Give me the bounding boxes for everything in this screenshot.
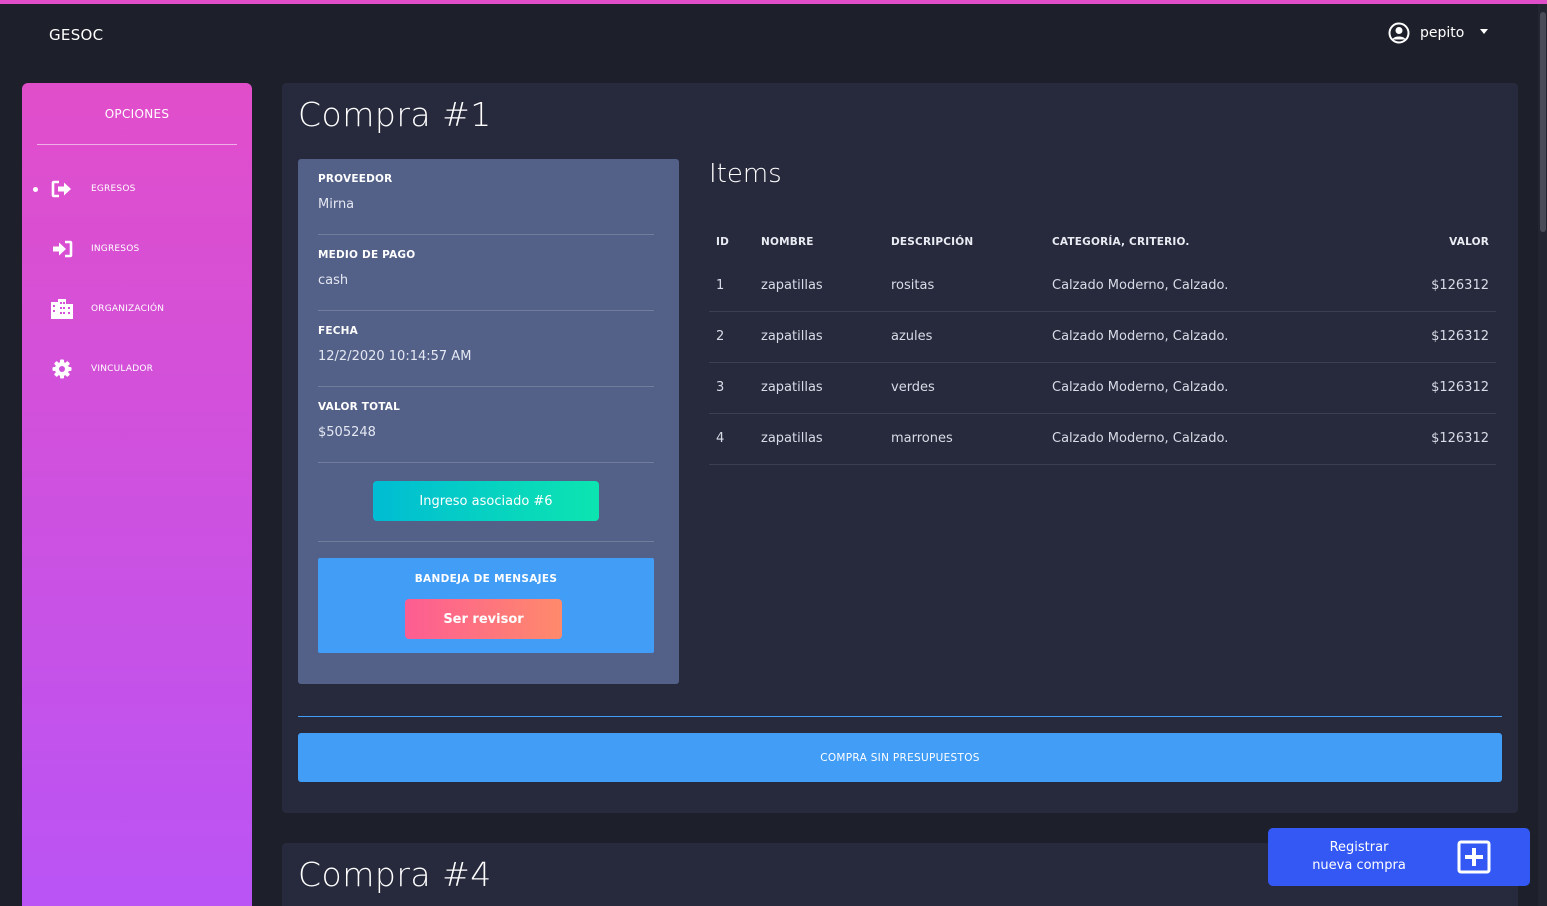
valor-total-value: $505248: [318, 425, 376, 440]
sidebar: OPCIONES EGRESOS INGRESOS ORGANIZACIÓN V…: [22, 83, 252, 906]
column-header-valor: VALOR: [1449, 235, 1489, 248]
cell-id: 2: [709, 311, 754, 363]
cell-nombre: zapatillas: [754, 260, 884, 312]
user-avatar-icon: [1388, 22, 1410, 44]
gear-icon: [50, 358, 74, 380]
fecha-field: FECHA 12/2/2020 10:14:57 AM: [318, 311, 654, 387]
table-header-row: ID NOMBRE DESCRIPCIÓN CATEGORÍA, CRITERI…: [709, 223, 1496, 260]
cell-valor: $126312: [1345, 260, 1496, 312]
table-row: 4 zapatillas marrones Calzado Moderno, C…: [709, 413, 1496, 465]
proveedor-field: PROVEEDOR Mirna: [318, 159, 654, 235]
fecha-value: 12/2/2020 10:14:57 AM: [318, 349, 472, 364]
ingreso-asociado-button[interactable]: Ingreso asociado #6: [373, 481, 599, 521]
cell-id: 1: [709, 260, 754, 312]
proveedor-label: PROVEEDOR: [318, 173, 393, 185]
active-indicator: [33, 186, 38, 192]
medio-pago-label: MEDIO DE PAGO: [318, 249, 416, 261]
compra-title: Compra #4: [298, 855, 492, 894]
bandeja-mensajes: BANDEJA DE MENSAJES Ser revisor: [318, 558, 654, 653]
sidebar-item-label: ORGANIZACIÓN: [91, 304, 165, 314]
sidebar-item-label: INGRESOS: [91, 244, 140, 254]
cell-categoria: Calzado Moderno, Calzado.: [1045, 413, 1345, 465]
compra-info-panel: PROVEEDOR Mirna MEDIO DE PAGO cash FECHA…: [298, 159, 679, 684]
cell-valor: $126312: [1345, 413, 1496, 465]
sidebar-item-egresos[interactable]: EGRESOS: [22, 169, 252, 209]
compra-card: Compra #1 PROVEEDOR Mirna MEDIO DE PAGO …: [282, 83, 1518, 813]
fab-label-line1: Registrar: [1329, 840, 1389, 855]
scrollbar-thumb[interactable]: [1540, 12, 1546, 232]
sign-out-icon: [50, 178, 74, 200]
column-header-categoria: CATEGORÍA, CRITERIO.: [1052, 235, 1190, 248]
divider: [298, 716, 1502, 717]
column-header-nombre: NOMBRE: [761, 235, 814, 248]
ser-revisor-button[interactable]: Ser revisor: [405, 599, 562, 639]
registrar-nueva-compra-button[interactable]: Registrar nueva compra: [1268, 828, 1530, 886]
compra-sin-presupuestos-button[interactable]: COMPRA SIN PRESUPUESTOS: [298, 733, 1502, 782]
cell-categoria: Calzado Moderno, Calzado.: [1045, 311, 1345, 363]
cell-categoria: Calzado Moderno, Calzado.: [1045, 362, 1345, 414]
sidebar-divider: [37, 144, 237, 145]
bandeja-title: BANDEJA DE MENSAJES: [414, 573, 558, 585]
divider: [318, 541, 654, 542]
sign-in-icon: [50, 238, 74, 260]
valor-total-label: VALOR TOTAL: [318, 401, 400, 413]
cell-descripcion: azules: [884, 311, 1045, 363]
cell-descripcion: rositas: [884, 260, 1045, 312]
user-name: pepito: [1420, 25, 1465, 41]
cell-nombre: zapatillas: [754, 362, 884, 414]
sidebar-item-organizacion[interactable]: ORGANIZACIÓN: [22, 289, 252, 329]
valor-total-field: VALOR TOTAL $505248: [318, 387, 654, 463]
sidebar-item-label: VINCULADOR: [91, 364, 154, 374]
fab-label-line2: nueva compra: [1312, 858, 1406, 873]
column-header-id: ID: [716, 235, 730, 248]
plus-square-icon: [1457, 840, 1491, 874]
cell-categoria: Calzado Moderno, Calzado.: [1045, 260, 1345, 312]
table-row: 1 zapatillas rositas Calzado Moderno, Ca…: [709, 260, 1496, 312]
items-title: Items: [709, 159, 782, 189]
cell-descripcion: marrones: [884, 413, 1045, 465]
cell-valor: $126312: [1345, 311, 1496, 363]
medio-pago-value: cash: [318, 273, 349, 288]
sidebar-item-ingresos[interactable]: INGRESOS: [22, 229, 252, 269]
sidebar-title: OPCIONES: [104, 107, 170, 121]
medio-pago-field: MEDIO DE PAGO cash: [318, 235, 654, 311]
proveedor-value: Mirna: [318, 197, 355, 212]
cell-id: 4: [709, 413, 754, 465]
brand-title[interactable]: GESOC: [49, 26, 103, 44]
cell-nombre: zapatillas: [754, 311, 884, 363]
cell-nombre: zapatillas: [754, 413, 884, 465]
fab-label: Registrar nueva compra: [1288, 839, 1430, 875]
compra-title: Compra #1: [298, 95, 492, 134]
sidebar-item-label: EGRESOS: [91, 184, 136, 194]
cell-id: 3: [709, 362, 754, 414]
table-row: 2 zapatillas azules Calzado Moderno, Cal…: [709, 311, 1496, 363]
building-icon: [50, 298, 74, 320]
table-row: 3 zapatillas verdes Calzado Moderno, Cal…: [709, 362, 1496, 414]
page-scrollbar[interactable]: [1538, 4, 1547, 906]
user-menu[interactable]: pepito: [1388, 22, 1489, 44]
navbar: GESOC pepito: [0, 4, 1547, 64]
column-header-descripcion: DESCRIPCIÓN: [891, 235, 974, 248]
chevron-down-icon: [1480, 28, 1489, 34]
fecha-label: FECHA: [318, 325, 358, 337]
items-table: ID NOMBRE DESCRIPCIÓN CATEGORÍA, CRITERI…: [709, 223, 1496, 465]
cell-descripcion: verdes: [884, 362, 1045, 414]
cell-valor: $126312: [1345, 362, 1496, 414]
sidebar-item-vinculador[interactable]: VINCULADOR: [22, 349, 252, 389]
